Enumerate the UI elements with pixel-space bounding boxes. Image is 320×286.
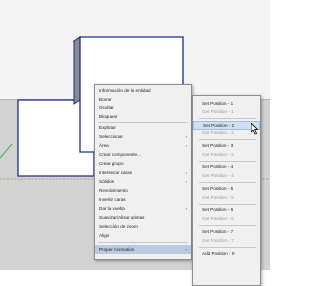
chevron-right-icon: ›	[185, 134, 187, 139]
menu-separator	[199, 118, 256, 119]
submenu-set-position-7[interactable]: Set Position - 7	[193, 229, 260, 235]
menu-item-revolve[interactable]: Revolvimiento	[95, 188, 191, 194]
menu-item-flip[interactable]: Dar la vuelta ›	[95, 206, 191, 212]
submenu-get-position-4[interactable]: Get Position - 4	[193, 173, 260, 179]
submenu-add-position-0[interactable]: Add Position - 0	[193, 251, 260, 257]
submenu-get-position-6[interactable]: Get Position - 6	[193, 216, 260, 222]
menu-item-select[interactable]: Seleccionar ›	[95, 134, 191, 140]
green-axis	[0, 143, 13, 159]
submenu-set-position-4[interactable]: Set Position - 4	[193, 164, 260, 170]
menu-separator	[199, 247, 256, 248]
menu-item-delete[interactable]: Borrar	[95, 97, 191, 103]
menu-item-reverse-faces[interactable]: Invertir caras	[95, 197, 191, 203]
menu-item-make-group[interactable]: Crear grupo	[95, 161, 191, 167]
submenu-get-position-1[interactable]: Get Position - 1	[193, 109, 260, 115]
menu-item-explode[interactable]: Explotar	[95, 125, 191, 131]
submenu-set-position-2[interactable]: Set Position - 2	[193, 121, 260, 130]
menu-item-hide[interactable]: Ocultar	[95, 105, 191, 111]
menu-separator	[98, 122, 188, 123]
menu-separator	[199, 139, 256, 140]
menu-separator	[98, 242, 188, 243]
menu-item-soften-edges[interactable]: Suavizar/Alisar aristas	[95, 215, 191, 221]
chevron-right-icon: ›	[185, 170, 187, 175]
chevron-right-icon: ›	[185, 206, 187, 211]
chevron-right-icon: ›	[185, 179, 187, 184]
menu-item-make-component[interactable]: Crear componente...	[95, 152, 191, 158]
mouse-pointer-icon	[251, 123, 259, 135]
submenu-set-position-3[interactable]: Set Position - 3	[193, 143, 260, 149]
menu-separator	[199, 225, 256, 226]
context-menu: Información de la entidad Borrar Ocultar…	[94, 84, 192, 260]
submenu-set-position-5[interactable]: Set Position - 5	[193, 186, 260, 192]
submenu-get-position-2[interactable]: Get Position - 2	[193, 130, 260, 136]
menu-item-proper-animation[interactable]: Proper Animation ›	[95, 245, 191, 254]
menu-separator	[199, 204, 256, 205]
submenu-set-position-6[interactable]: Set Position - 6	[193, 207, 260, 213]
menu-separator	[199, 161, 256, 162]
submenu-get-position-7[interactable]: Get Position - 7	[193, 238, 260, 244]
menu-item-entity-info[interactable]: Información de la entidad	[95, 88, 191, 94]
chevron-right-icon: ›	[185, 143, 187, 148]
menu-separator	[199, 182, 256, 183]
menu-item-area[interactable]: Área ›	[95, 143, 191, 149]
chevron-right-icon: ›	[185, 247, 187, 252]
menu-item-lock[interactable]: Bloquear	[95, 114, 191, 120]
box-right-side[interactable]	[73, 36, 81, 105]
menu-item-zoom-selection[interactable]: Selección de zoom	[95, 224, 191, 230]
menu-item-align[interactable]: Align	[95, 233, 191, 239]
submenu-get-position-5[interactable]: Get Position - 5	[193, 195, 260, 201]
submenu-get-position-3[interactable]: Get Position - 3	[193, 152, 260, 158]
menu-item-intersect-faces[interactable]: Intersecar caras ›	[95, 170, 191, 176]
menu-item-solids[interactable]: Sólidos ›	[95, 179, 191, 185]
submenu-set-position-1[interactable]: Set Position - 1	[193, 101, 260, 107]
